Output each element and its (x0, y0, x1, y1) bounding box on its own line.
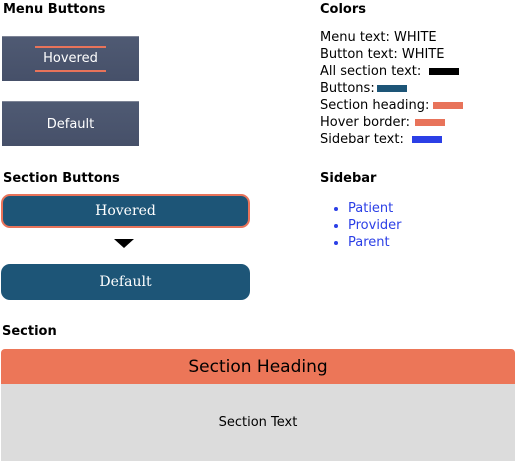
color-swatch-blue (376, 85, 407, 92)
sidebar-item-parent[interactable]: Parent (334, 234, 402, 251)
color-row-section-text: All section text: (320, 63, 463, 80)
color-row-buttons: Buttons: (320, 80, 463, 97)
arrow-down-icon (114, 239, 134, 248)
color-swatch-orange-hover (414, 119, 445, 126)
sidebar-item-provider[interactable]: Provider (334, 217, 402, 234)
sidebar-title: Sidebar (320, 171, 377, 186)
menu-button-hovered[interactable]: Hovered (2, 36, 139, 81)
color-row-button-text: Button text: WHITE (320, 47, 445, 62)
color-swatch-sidebar-blue (411, 136, 442, 143)
color-swatch-black (429, 68, 460, 75)
colors-title: Colors (320, 2, 367, 17)
section-button-hovered[interactable]: Hovered (1, 194, 250, 228)
section-button-default-label: Default (99, 274, 152, 290)
color-row-menu-text: Menu text: WHITE (320, 30, 437, 45)
color-swatch-orange (433, 102, 464, 109)
section-body: Section Text (1, 384, 515, 461)
section-heading: Section Heading (1, 349, 515, 385)
color-row-hover-border: Hover border: (320, 114, 463, 131)
sidebar-list: Patient Provider Parent (320, 200, 402, 251)
color-row-sidebar-text: Sidebar text: (320, 131, 463, 148)
section-buttons-title: Section Buttons (3, 171, 120, 186)
colors-list: Menu text: WHITE Button text: WHITE All … (320, 29, 464, 148)
sidebar-item-patient[interactable]: Patient (334, 200, 402, 217)
menu-button-default-label: Default (46, 116, 95, 132)
section-button-hovered-label: Hovered (95, 203, 156, 219)
menu-buttons-title: Menu Buttons (3, 2, 106, 17)
color-row-section-heading: Section heading: (320, 97, 464, 114)
section-text: Section Text (218, 415, 298, 430)
section-button-default[interactable]: Default (1, 264, 250, 300)
section-title: Section (2, 324, 57, 339)
menu-button-hovered-label: Hovered (35, 46, 106, 72)
section-heading-label: Section Heading (188, 357, 328, 377)
menu-button-default[interactable]: Default (2, 101, 139, 146)
